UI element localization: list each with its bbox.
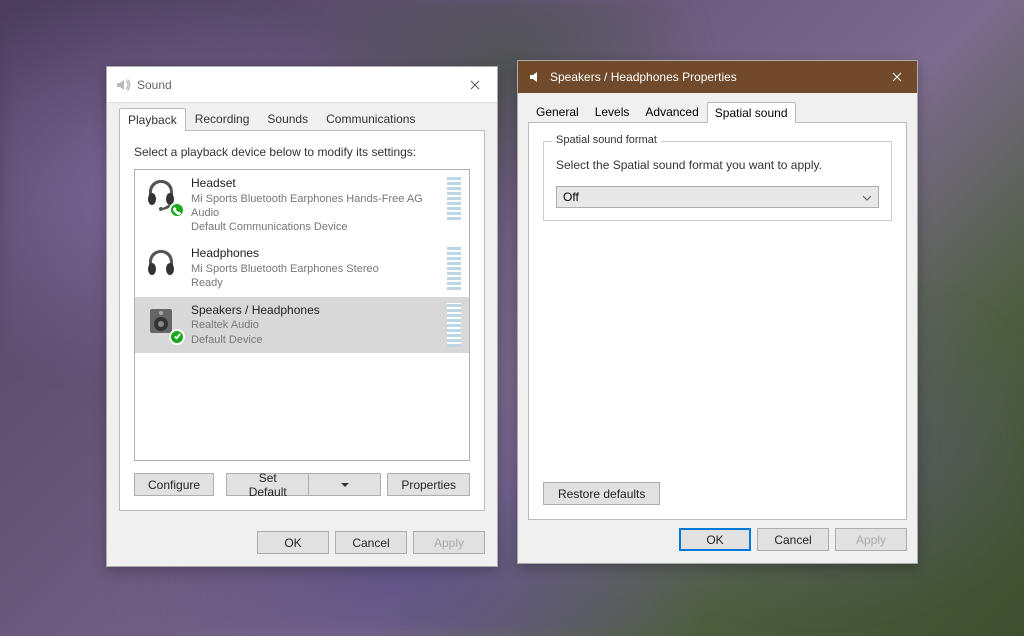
properties-close-button[interactable] xyxy=(877,61,917,93)
sound-title-text: Sound xyxy=(137,78,461,92)
sound-dialog: Sound Playback Recording Sounds Communic… xyxy=(106,66,498,567)
vu-meter xyxy=(447,176,461,220)
tab-levels[interactable]: Levels xyxy=(587,101,638,122)
tab-general[interactable]: General xyxy=(528,101,587,122)
spatial-sound-group: Spatial sound format Select the Spatial … xyxy=(543,141,892,221)
chevron-down-icon xyxy=(862,190,872,204)
set-default-button[interactable]: Set Default xyxy=(226,473,309,496)
vu-meter xyxy=(447,246,461,290)
device-status: Default Communications Device xyxy=(191,220,443,234)
group-legend: Spatial sound format xyxy=(552,134,661,146)
device-list: Headset Mi Sports Bluetooth Earphones Ha… xyxy=(134,169,470,461)
configure-button[interactable]: Configure xyxy=(134,473,214,496)
properties-dialog-buttons: OK Cancel Apply xyxy=(518,528,917,563)
ok-button[interactable]: OK xyxy=(257,531,329,554)
sound-titlebar[interactable]: Sound xyxy=(107,67,497,103)
sound-tabstrip: Playback Recording Sounds Communications xyxy=(107,103,497,130)
restore-defaults-label: Restore defaults xyxy=(558,487,645,501)
spatial-sound-pane: Spatial sound format Select the Spatial … xyxy=(528,122,907,520)
properties-title-text: Speakers / Headphones Properties xyxy=(550,70,877,84)
properties-dialog: Speakers / Headphones Properties General… xyxy=(517,60,918,564)
device-item-speakers[interactable]: Speakers / Headphones Realtek Audio Defa… xyxy=(135,297,469,353)
apply-button[interactable]: Apply xyxy=(413,531,485,554)
restore-defaults-button[interactable]: Restore defaults xyxy=(543,482,660,505)
speaker-title-icon xyxy=(528,69,544,85)
device-status: Default Device xyxy=(191,333,443,347)
device-status: Ready xyxy=(191,276,443,290)
chevron-down-icon xyxy=(341,483,349,487)
cancel-button[interactable]: Cancel xyxy=(757,528,829,551)
speaker-title-icon xyxy=(115,77,131,93)
device-name: Headphones xyxy=(191,246,443,262)
headphones-icon xyxy=(143,246,183,286)
vu-meter xyxy=(447,303,461,347)
phone-badge-icon xyxy=(169,202,185,218)
device-name: Speakers / Headphones xyxy=(191,303,443,319)
device-item-headphones[interactable]: Headphones Mi Sports Bluetooth Earphones… xyxy=(135,240,469,296)
tab-recording[interactable]: Recording xyxy=(186,107,259,130)
device-desc: Mi Sports Bluetooth Earphones Stereo xyxy=(191,262,443,276)
tab-playback[interactable]: Playback xyxy=(119,108,186,131)
ok-button[interactable]: OK xyxy=(679,528,751,551)
playback-pane: Select a playback device below to modify… xyxy=(119,130,485,511)
sound-dialog-buttons: OK Cancel Apply xyxy=(107,523,497,566)
properties-button[interactable]: Properties xyxy=(387,473,470,496)
check-badge-icon xyxy=(169,329,185,345)
properties-titlebar[interactable]: Speakers / Headphones Properties xyxy=(518,61,917,93)
close-icon xyxy=(470,80,480,90)
device-item-headset[interactable]: Headset Mi Sports Bluetooth Earphones Ha… xyxy=(135,170,469,240)
close-icon xyxy=(892,72,902,82)
group-description: Select the Spatial sound format you want… xyxy=(556,158,879,172)
device-name: Headset xyxy=(191,176,443,192)
tab-spatial-sound[interactable]: Spatial sound xyxy=(707,102,796,123)
sound-close-button[interactable] xyxy=(461,67,489,102)
speaker-icon xyxy=(143,303,183,343)
set-default-dropdown[interactable] xyxy=(309,473,381,496)
playback-instruction: Select a playback device below to modify… xyxy=(134,145,470,159)
cancel-button[interactable]: Cancel xyxy=(335,531,407,554)
spatial-format-select[interactable]: Off xyxy=(556,186,879,208)
apply-button[interactable]: Apply xyxy=(835,528,907,551)
headset-icon xyxy=(143,176,183,216)
device-desc: Realtek Audio xyxy=(191,318,443,332)
device-desc: Mi Sports Bluetooth Earphones Hands-Free… xyxy=(191,192,443,221)
tab-sounds[interactable]: Sounds xyxy=(258,107,317,130)
playback-button-row: Configure Set Default Properties xyxy=(134,473,470,496)
tab-communications[interactable]: Communications xyxy=(317,107,424,130)
tab-advanced[interactable]: Advanced xyxy=(637,101,706,122)
select-value: Off xyxy=(563,190,579,204)
properties-tabstrip: General Levels Advanced Spatial sound xyxy=(518,93,917,122)
